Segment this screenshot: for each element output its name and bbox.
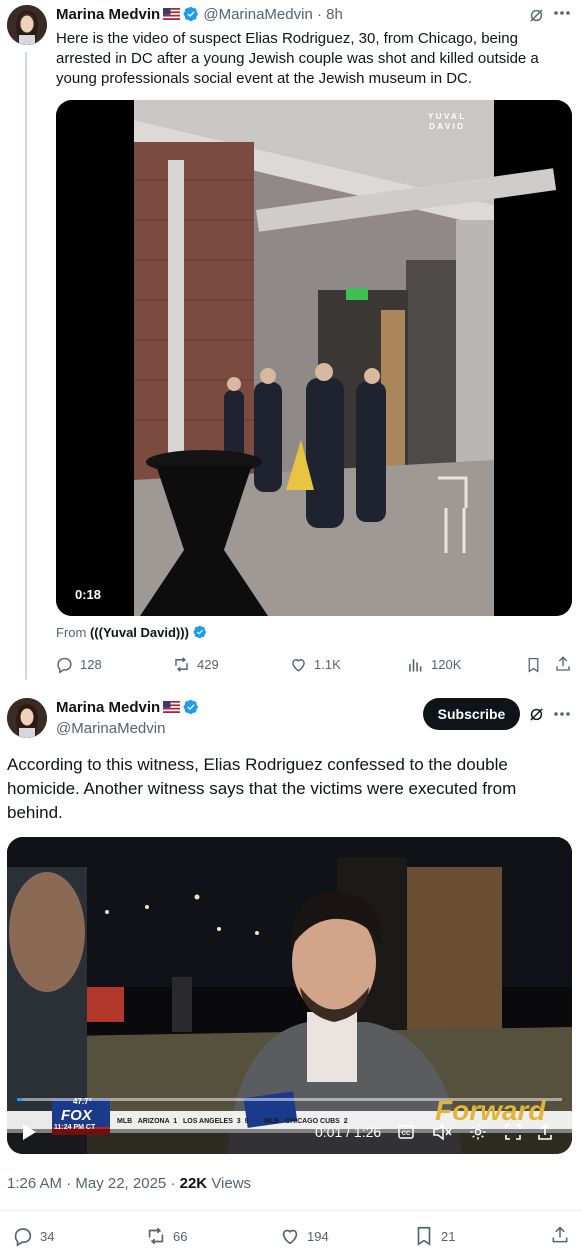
- like-count: 194: [307, 1228, 329, 1244]
- reply-count: 34: [40, 1228, 55, 1244]
- reply-button[interactable]: 128: [55, 655, 102, 674]
- heart-icon: [292, 659, 305, 672]
- share-video-icon[interactable]: [537, 1124, 553, 1140]
- author-name[interactable]: Marina Medvin: [56, 699, 160, 716]
- views-count: 22K: [179, 1175, 208, 1192]
- video-frame: [56, 100, 572, 616]
- reply-icon: [57, 657, 72, 674]
- author-handle[interactable]: @MarinaMedvin: [56, 720, 165, 737]
- watermark-line-2: DAVID: [429, 122, 466, 131]
- grok-icon[interactable]: [528, 706, 545, 723]
- repost-button[interactable]: 429: [172, 655, 219, 674]
- settings-gear-icon[interactable]: [469, 1123, 487, 1141]
- heart-icon: [282, 1229, 298, 1245]
- repost-count: 66: [173, 1228, 188, 1244]
- tweet-text: Here is the video of suspect Elias Rodri…: [56, 30, 539, 87]
- mute-icon[interactable]: [432, 1123, 452, 1141]
- temperature-bug: 47.7°: [73, 1097, 92, 1106]
- verified-badge-icon: [183, 699, 199, 715]
- us-flag-icon: [163, 8, 181, 20]
- video-player[interactable]: 47.7° FOX 11:24 PM CT MLB ARIZONA 1 LOS …: [7, 837, 572, 1154]
- like-count: 1.1K: [314, 657, 341, 672]
- video-player[interactable]: YUVAL DAVID 0:18: [56, 100, 572, 616]
- subscribe-button[interactable]: Subscribe: [423, 698, 520, 730]
- reply-icon: [14, 1228, 32, 1247]
- views-button[interactable]: 120K: [406, 655, 461, 674]
- more-icon[interactable]: [554, 711, 570, 717]
- channel-bug: FOX: [61, 1107, 92, 1124]
- watermark-line-1: YUVAL: [428, 112, 467, 121]
- video-duration: 0:18: [75, 587, 102, 602]
- tweet-header: Marina Medvin @MarinaMedvin · 8h: [56, 6, 536, 26]
- from-label: From: [56, 625, 87, 640]
- broadcast-clock: 11:24 PM CT: [54, 1124, 96, 1131]
- post-meta: 1:26 AM · May 22, 2025 · 22K Views: [7, 1175, 252, 1192]
- video-progress-fill: [17, 1098, 23, 1101]
- repost-count: 429: [197, 657, 219, 672]
- repost-icon: [148, 1227, 164, 1245]
- avatar[interactable]: [7, 698, 47, 738]
- views-label: Views: [211, 1175, 252, 1192]
- bookmark-icon: [417, 1226, 431, 1246]
- like-button[interactable]: 194: [279, 1225, 329, 1247]
- grok-icon[interactable]: [528, 7, 545, 24]
- verified-badge-icon: [193, 625, 206, 639]
- svg-text:CC: CC: [402, 1131, 411, 1137]
- share-icon[interactable]: [550, 1225, 570, 1245]
- reply-count: 128: [80, 657, 102, 672]
- avatar[interactable]: [7, 5, 47, 45]
- views-chart-icon: [409, 658, 422, 672]
- share-icon[interactable]: [554, 655, 572, 673]
- us-flag-icon: [163, 701, 181, 713]
- views-count: 120K: [431, 657, 462, 672]
- video-watermark: YUVAL DAVID: [428, 112, 467, 132]
- like-button[interactable]: 1.1K: [289, 655, 341, 674]
- repost-button[interactable]: 66: [145, 1225, 187, 1247]
- tweet-text: According to this witness, Elias Rodrigu…: [7, 755, 517, 822]
- author-name[interactable]: Marina Medvin: [56, 6, 160, 23]
- reply-button[interactable]: 34: [12, 1225, 54, 1247]
- thread-line: [25, 52, 27, 680]
- captions-icon[interactable]: CC: [398, 1125, 414, 1139]
- verified-badge-icon: [183, 6, 199, 22]
- play-icon[interactable]: [21, 1123, 37, 1141]
- sports-ticker: MLB ARIZONA 1 LOS ANGELES 3 9 MLB CHICAG…: [117, 1118, 348, 1125]
- bookmark-button[interactable]: 21: [413, 1225, 455, 1247]
- video-attribution: From (((Yuval David))): [56, 625, 207, 640]
- post-time[interactable]: 8h: [326, 6, 343, 23]
- separator-dot: ·: [316, 6, 322, 23]
- author-handle[interactable]: @MarinaMedvin: [203, 6, 312, 23]
- fullscreen-icon[interactable]: [505, 1124, 521, 1140]
- from-account[interactable]: (((Yuval David))): [90, 625, 189, 640]
- bookmark-count: 21: [441, 1228, 456, 1244]
- author-name-row: Marina Medvin: [56, 699, 199, 717]
- post-timestamp[interactable]: 1:26 AM · May 22, 2025: [7, 1175, 166, 1192]
- video-time-display: 0:01 / 1:26: [315, 1124, 382, 1140]
- bookmark-icon[interactable]: [525, 656, 542, 674]
- more-icon[interactable]: [554, 10, 570, 16]
- repost-icon: [175, 657, 188, 672]
- divider: [0, 1210, 582, 1211]
